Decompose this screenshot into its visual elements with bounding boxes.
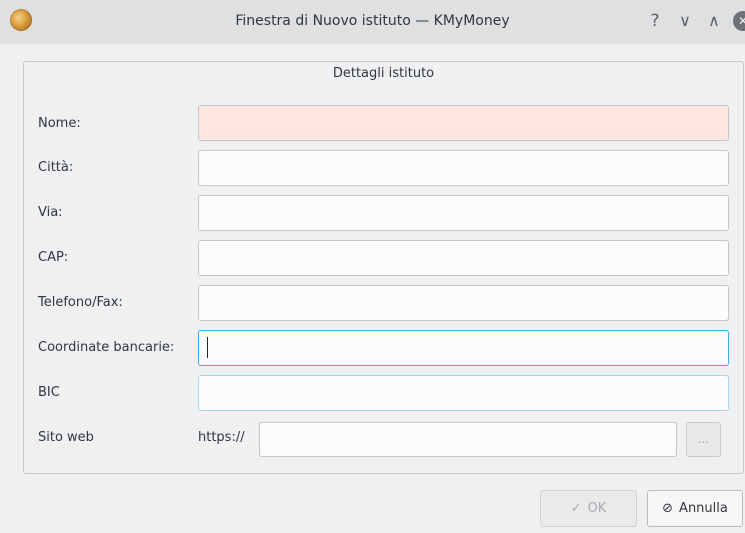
text-cursor [207, 337, 208, 358]
bank-code-label: Coordinate bancarie: [38, 340, 175, 355]
cancel-button[interactable]: ⊘ Annulla [647, 490, 743, 527]
ok-button[interactable]: ✓ OK [540, 490, 637, 527]
name-field[interactable] [198, 105, 729, 141]
cancel-label: Annulla [679, 501, 728, 516]
zip-label: CAP: [38, 250, 69, 265]
phone-fax-field[interactable] [198, 285, 729, 321]
dialog-window: Finestra di Nuovo istituto — KMyMoney ? … [0, 0, 745, 533]
browse-button[interactable]: ... [686, 422, 721, 457]
website-label: Sito web [38, 430, 94, 445]
minimize-button[interactable]: ∨ [675, 11, 695, 31]
name-label: Nome: [38, 116, 81, 131]
group-title: Dettagli istituto [332, 66, 435, 81]
bank-code-field[interactable] [198, 330, 729, 366]
cancel-icon: ⊘ [662, 501, 674, 516]
city-label: Città: [38, 160, 74, 175]
street-field[interactable] [198, 195, 729, 231]
phone-label: Telefono/Fax: [38, 295, 123, 310]
bic-label: BIC [38, 385, 60, 400]
title-bar[interactable]: Finestra di Nuovo istituto — KMyMoney ? … [0, 0, 745, 44]
bic-field[interactable] [198, 375, 729, 411]
check-icon: ✓ [570, 501, 582, 516]
city-field[interactable] [198, 150, 729, 186]
zip-field[interactable] [198, 240, 729, 276]
ok-label: OK [587, 501, 607, 516]
url-prefix: https:// [198, 430, 245, 445]
window-title: Finestra di Nuovo istituto — KMyMoney [235, 13, 510, 29]
street-label: Via: [38, 205, 63, 220]
maximize-button[interactable]: ∧ [704, 11, 724, 31]
website-field[interactable] [259, 422, 677, 457]
help-button[interactable]: ? [645, 11, 665, 31]
